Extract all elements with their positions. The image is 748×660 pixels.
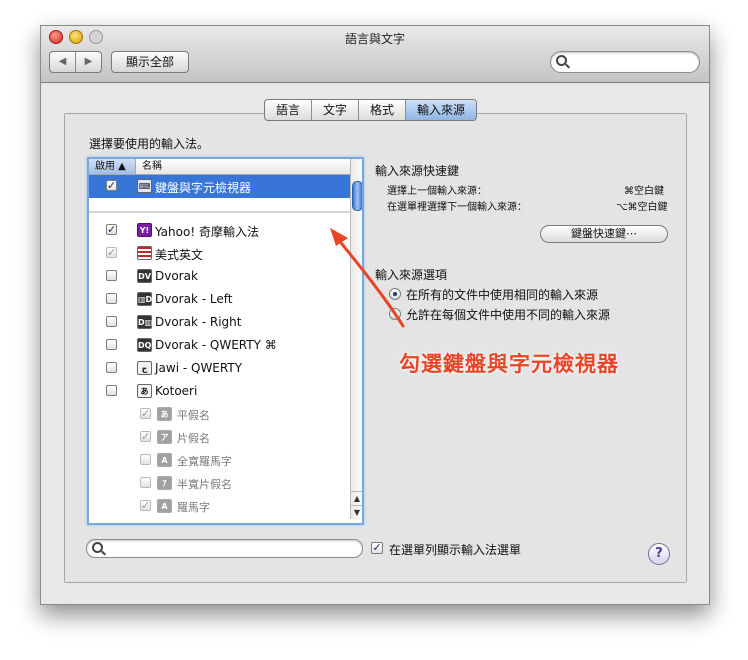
tab-language[interactable]: 語言 bbox=[265, 100, 313, 120]
annotation-text: 勾選鍵盤與字元檢視器 bbox=[399, 352, 619, 376]
show-input-menu-checkbox[interactable]: ✓ bbox=[371, 542, 383, 554]
help-button[interactable]: ? bbox=[648, 543, 670, 565]
tab-formats[interactable]: 格式 bbox=[359, 100, 407, 120]
tab-bar: 語言 文字 格式 輸入來源 bbox=[264, 99, 478, 121]
list-search-field[interactable] bbox=[86, 539, 363, 558]
tab-input-sources[interactable]: 輸入來源 bbox=[406, 100, 477, 120]
show-input-menu-label[interactable]: 在選單列顯示輸入法選單 bbox=[389, 541, 521, 558]
search-icon bbox=[92, 542, 103, 553]
tab-text[interactable]: 文字 bbox=[312, 100, 360, 120]
